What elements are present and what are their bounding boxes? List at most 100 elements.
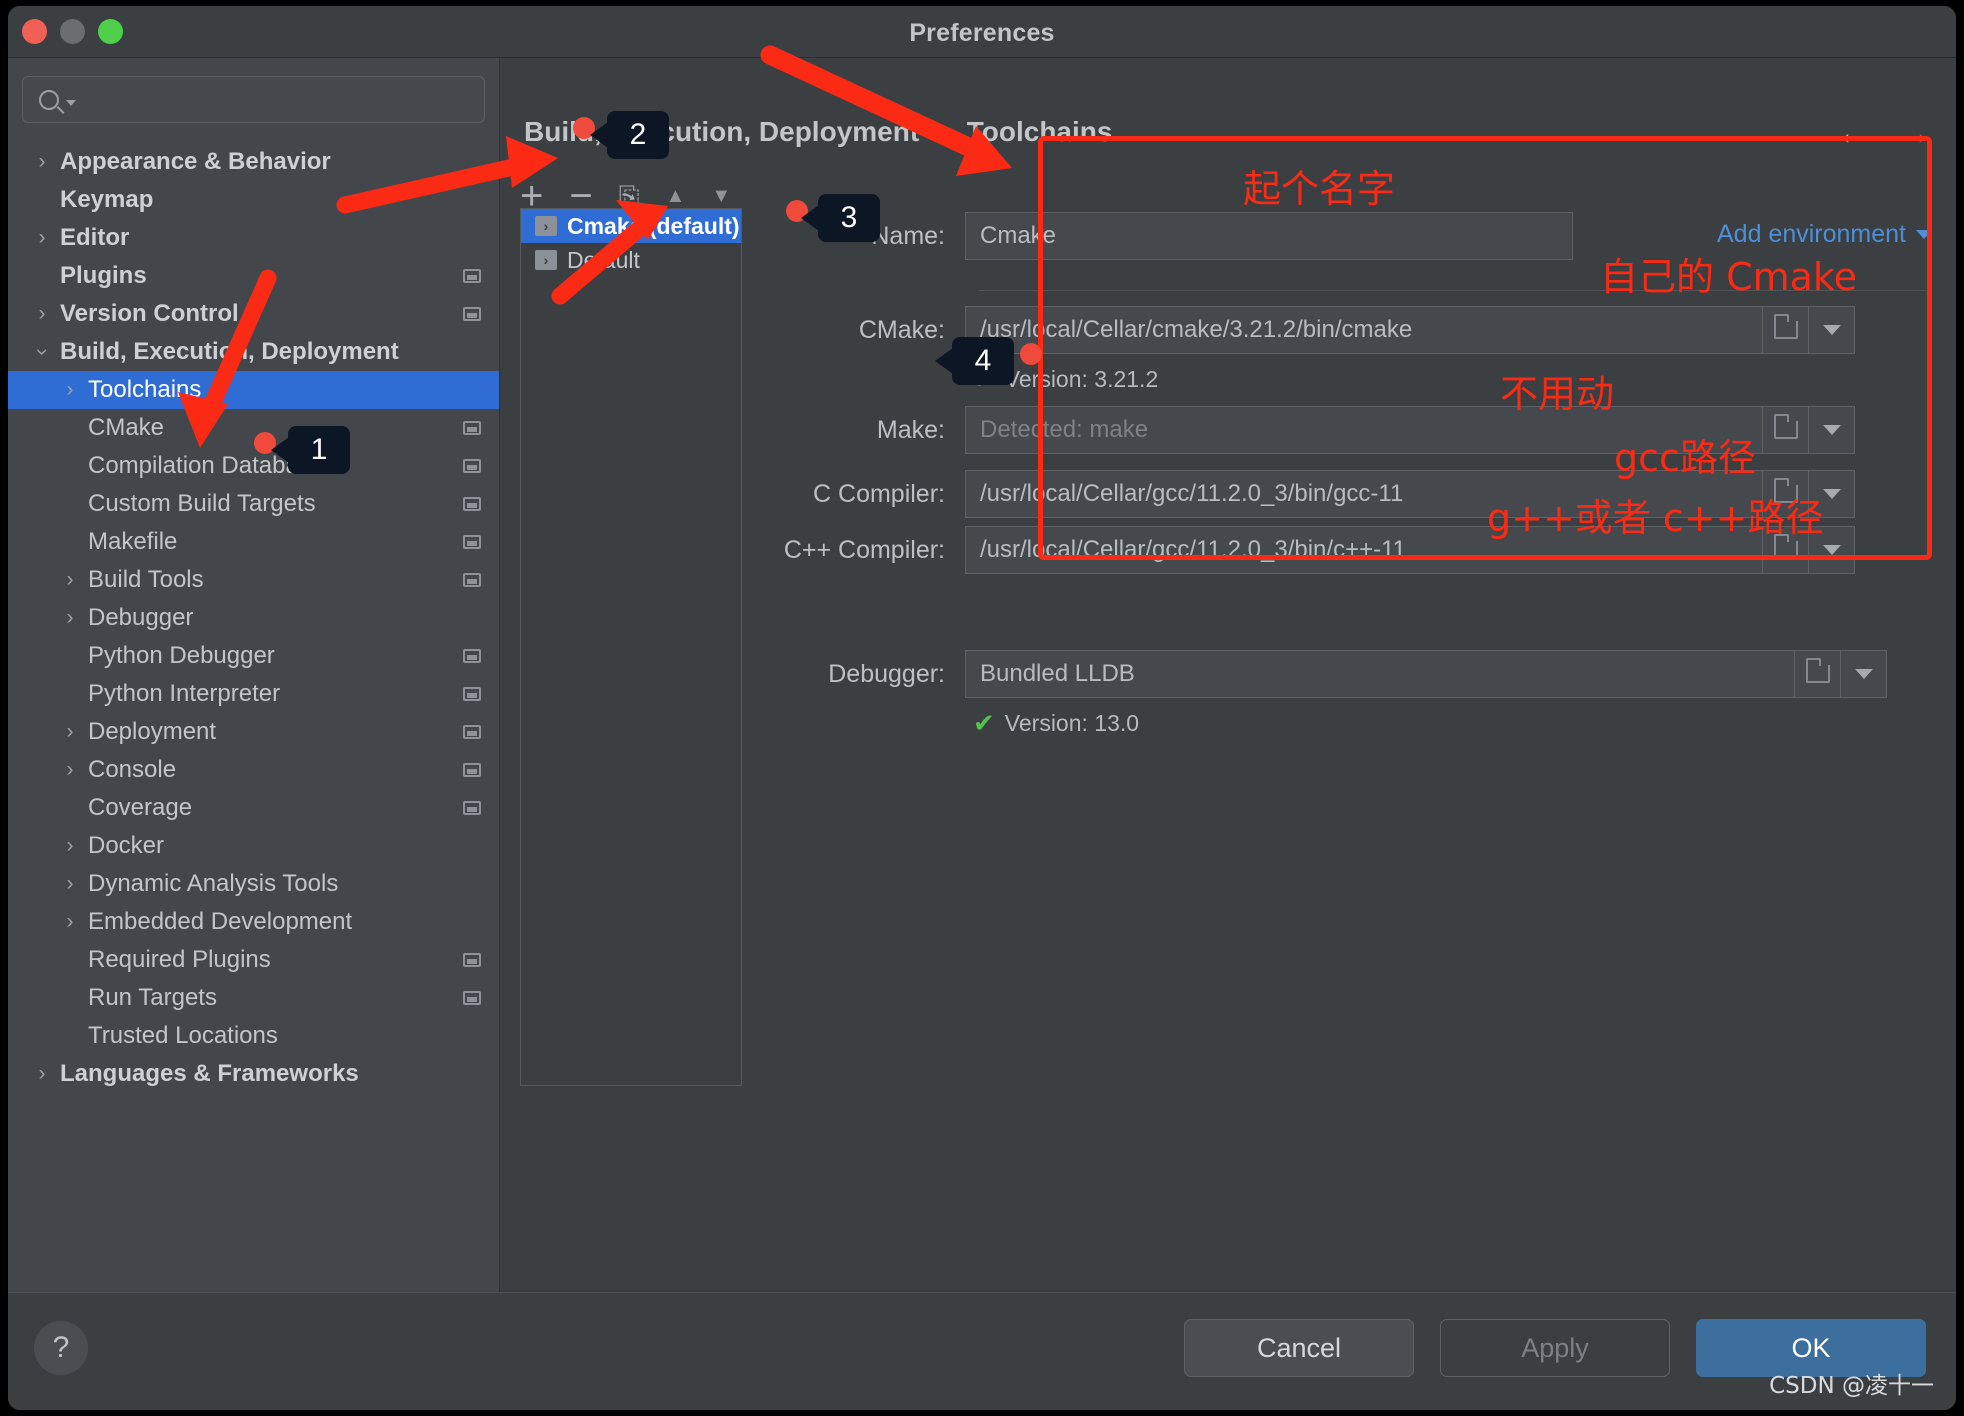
sidebar-item-label: Build Tools [88,566,204,593]
move-down-icon[interactable]: ▼ [711,186,731,206]
sidebar-item-languages-frameworks[interactable]: › Languages & Frameworks [8,1055,499,1093]
c-compiler-dropdown-button[interactable] [1809,470,1855,518]
sidebar-item-makefile[interactable]: Makefile [8,523,499,561]
c-compiler-label: C Compiler: [813,479,945,508]
sidebar-item-label: Embedded Development [88,908,353,935]
sidebar-item-python-interpreter[interactable]: Python Interpreter [8,675,499,713]
sidebar-item-label: Debugger [88,604,194,631]
help-button[interactable]: ? [34,1321,88,1375]
make-label: Make: [876,415,945,444]
sidebar-item-deployment[interactable]: › Deployment [8,713,499,751]
sidebar-item-required-plugins[interactable]: Required Plugins [8,941,499,979]
cxx-compiler-field[interactable]: /usr/local/Cellar/gcc/11.2.0_3/bin/c++-1… [965,526,1763,574]
sidebar-item-compilation-database[interactable]: Compilation Database [8,447,499,485]
debugger-version-row: ✔ Version: 13.0 [765,702,1932,744]
debugger-browse-button[interactable] [1795,650,1841,698]
cmake-version-text: Version: 3.21.2 [1004,365,1159,392]
forward-arrow-icon[interactable]: → [1898,116,1932,150]
sidebar-item-console[interactable]: › Console [8,751,499,789]
breadcrumb-root[interactable]: Build, Execution, Deployment [524,116,919,147]
search-input[interactable] [22,76,485,123]
chevron-right-icon: › [38,226,46,249]
chevron-right-icon: › [38,302,46,325]
sidebar-item-label: Dynamic Analysis Tools [88,870,339,897]
sidebar-item-label: Coverage [88,794,193,821]
project-scope-icon [463,725,481,739]
move-up-icon[interactable]: ▲ [666,186,686,206]
project-scope-icon [463,763,481,777]
sidebar-item-label: Custom Build Targets [88,490,316,517]
toolchain-list-item[interactable]: › Cmake (default) [521,209,741,243]
cmake-browse-button[interactable] [1763,306,1809,354]
sidebar-item-custom-build-targets[interactable]: Custom Build Targets [8,485,499,523]
debugger-field[interactable]: Bundled LLDB [965,650,1795,698]
add-environment-button[interactable]: Add environment [1717,220,1932,249]
sidebar-item-plugins[interactable]: Plugins [8,257,499,295]
cxx-compiler-dropdown-button[interactable] [1809,526,1855,574]
chevron-right-icon: › [66,606,74,629]
project-scope-icon [463,991,481,1005]
chevron-right-icon: › [66,378,74,401]
sidebar-item-dynamic-analysis-tools[interactable]: › Dynamic Analysis Tools [8,865,499,903]
settings-detail-pane: Build, Execution, Deployment › Toolchain… [500,58,1956,1344]
chevron-right-icon: › [66,834,74,857]
chevron-right-icon: › [66,758,74,781]
debugger-dropdown-button[interactable] [1841,650,1887,698]
cmake-dropdown-button[interactable] [1809,306,1855,354]
project-scope-icon [463,307,481,321]
sidebar-item-appearance-behavior[interactable]: › Appearance & Behavior [8,143,499,181]
sidebar-item-label: Compilation Database [88,452,325,479]
sidebar-item-label: Makefile [88,528,178,555]
sidebar-item-label: Docker [88,832,165,859]
cmake-row: CMake: /usr/local/Cellar/cmake/3.21.2/bi… [765,302,1932,358]
sidebar-item-debugger[interactable]: › Debugger [8,599,499,637]
sidebar-item-coverage[interactable]: Coverage [8,789,499,827]
sidebar-item-label: Python Interpreter [88,680,281,707]
sidebar-item-build-execution-deployment[interactable]: › Build, Execution, Deployment [8,333,499,371]
c-compiler-browse-button[interactable] [1763,470,1809,518]
folder-icon [1773,314,1798,339]
sidebar-item-label: Toolchains [88,376,202,403]
sidebar-item-label: Version Control [60,300,239,327]
cancel-button[interactable]: Cancel [1184,1319,1414,1377]
sidebar-item-label: Languages & Frameworks [60,1060,359,1087]
back-arrow-icon[interactable]: ← [1836,116,1870,150]
apply-button[interactable]: Apply [1440,1319,1670,1377]
sidebar-item-python-debugger[interactable]: Python Debugger [8,637,499,675]
sidebar-item-label: Required Plugins [88,946,271,973]
sidebar-item-cmake[interactable]: CMake [8,409,499,447]
sidebar-item-keymap[interactable]: Keymap [8,181,499,219]
sidebar-item-version-control[interactable]: › Version Control [8,295,499,333]
cxx-compiler-browse-button[interactable] [1763,526,1809,574]
sidebar-item-build-tools[interactable]: › Build Tools [8,561,499,599]
sidebar-item-embedded-development[interactable]: › Embedded Development [8,903,499,941]
make-field[interactable]: Detected: make [965,406,1763,454]
add-environment-label: Add environment [1716,220,1906,248]
sidebar-item-docker[interactable]: › Docker [8,827,499,865]
sidebar-item-trusted-locations[interactable]: Trusted Locations [8,1017,499,1055]
make-browse-button[interactable] [1763,406,1809,454]
make-dropdown-button[interactable] [1809,406,1855,454]
toolchain-list-item[interactable]: › Default [521,243,741,277]
form-divider [979,290,1932,291]
cmake-field[interactable]: /usr/local/Cellar/cmake/3.21.2/bin/cmake [965,306,1763,354]
sidebar-item-editor[interactable]: › Editor [8,219,499,257]
project-scope-icon [463,459,481,473]
toolchain-list: › Cmake (default) › Default [520,208,742,1086]
chevron-down-icon [1822,489,1841,499]
debugger-label: Debugger: [828,659,945,688]
project-scope-icon [463,649,481,663]
c-compiler-field[interactable]: /usr/local/Cellar/gcc/11.2.0_3/bin/gcc-1… [965,470,1763,518]
search-icon [39,89,59,110]
breadcrumb: Build, Execution, Deployment › Toolchain… [524,116,1112,148]
sidebar-item-run-targets[interactable]: Run Targets [8,979,499,1017]
sidebar-item-toolchains[interactable]: › Toolchains [8,371,499,409]
window-title: Preferences [909,19,1055,47]
window-body: › Appearance & Behavior Keymap › Editor Plugi… [8,58,1956,1344]
project-scope-icon [463,801,481,815]
sidebar-item-label: CMake [88,414,165,441]
copy-toolchain-icon[interactable]: ⎘ [619,183,640,209]
chevron-right-icon: › [38,150,46,173]
make-row: Make: Detected: make [765,402,1932,458]
name-field[interactable]: Cmake [965,212,1573,260]
